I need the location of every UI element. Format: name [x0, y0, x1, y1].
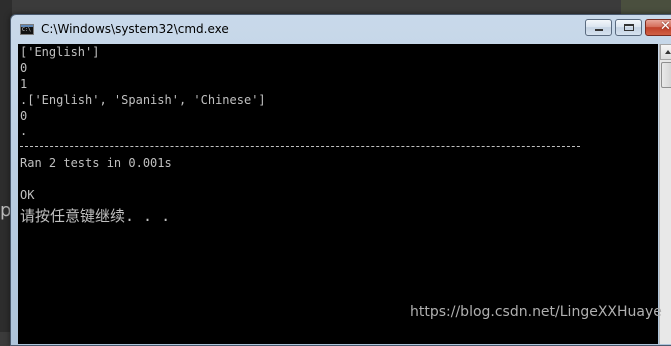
vertical-scrollbar[interactable] — [659, 44, 671, 344]
close-icon: ✕ — [660, 19, 671, 34]
scroll-thumb[interactable] — [661, 62, 671, 88]
title-bar[interactable]: C:\Windows\system32\cmd.exe ✕ — [11, 15, 671, 45]
test-result-line: OK — [20, 188, 35, 202]
test-separator-line — [20, 146, 580, 147]
press-any-key-prompt: 请按任意键继续. . . — [20, 207, 171, 225]
maximize-button[interactable] — [615, 19, 642, 36]
maximize-icon — [624, 24, 634, 31]
cmd-window[interactable]: C:\Windows\system32\cmd.exe ✕ ['English'… — [10, 14, 671, 346]
minimize-icon — [595, 29, 603, 31]
csdn-watermark: https://blog.csdn.net/LingeXXHuaye — [410, 304, 662, 320]
test-summary-line: Ran 2 tests in 0.001s — [20, 156, 172, 170]
console-line: 0 — [20, 61, 28, 75]
console-output[interactable]: ['English'] 0 1 .['English', 'Spanish', … — [18, 44, 658, 344]
close-button[interactable]: ✕ — [645, 19, 671, 36]
console-line: .['English', 'Spanish', 'Chinese'] — [20, 93, 266, 107]
cmd-console-icon[interactable] — [20, 24, 34, 35]
console-line: 0 — [20, 109, 28, 123]
scroll-up-arrow-icon[interactable] — [660, 44, 671, 60]
window-title: C:\Windows\system32\cmd.exe — [41, 22, 229, 36]
console-line: ['English'] — [20, 45, 100, 59]
minimize-button[interactable] — [585, 19, 612, 36]
console-line: . — [20, 124, 28, 138]
console-line: 1 — [20, 77, 28, 91]
